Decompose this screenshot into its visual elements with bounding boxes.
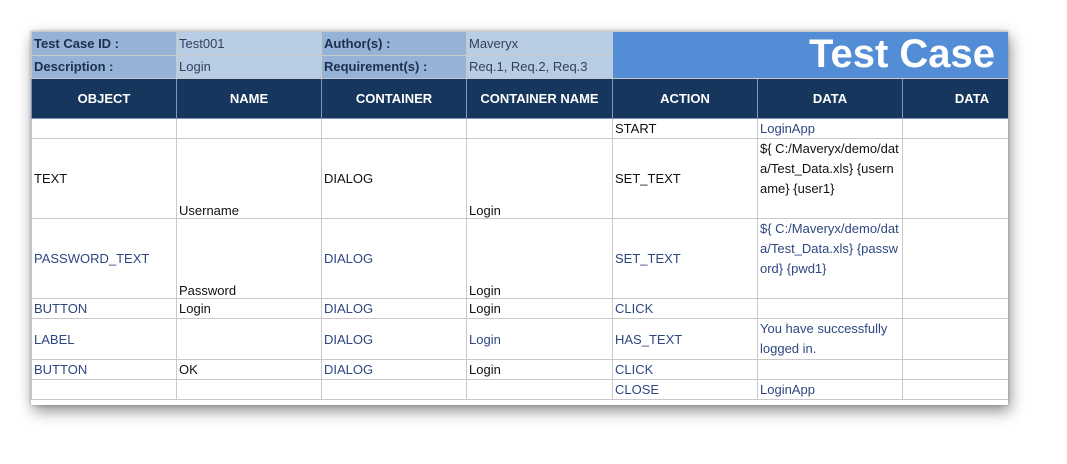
test-case-table: Test Case ID : Test001 Author(s) : Maver…: [31, 31, 1008, 400]
cell-name[interactable]: [176, 379, 322, 400]
cell-action[interactable]: CLOSE: [612, 379, 758, 400]
table-row: TEXT Username DIALOG Login SET_TEXT ${ C…: [31, 138, 1008, 219]
cell-container[interactable]: DIALOG: [321, 298, 467, 319]
header-data-2[interactable]: DATA: [901, 78, 1008, 119]
cell-container[interactable]: DIALOG: [321, 318, 467, 360]
header-action[interactable]: ACTION: [612, 78, 758, 119]
cell-data[interactable]: ${ C:/Maveryx/demo/data/Test_Data.xls} {…: [757, 218, 903, 299]
cell-name[interactable]: [176, 318, 322, 360]
requirement-label[interactable]: Requirement(s) :: [321, 54, 467, 79]
cell-data-2[interactable]: [901, 359, 1008, 380]
sheet-title[interactable]: Test Case: [611, 31, 1008, 79]
cell-object[interactable]: TEXT: [31, 138, 177, 219]
cell-name[interactable]: [176, 118, 322, 139]
cell-object[interactable]: BUTTON: [31, 298, 177, 319]
description-label[interactable]: Description :: [31, 54, 177, 79]
cell-data[interactable]: ${ C:/Maveryx/demo/data/Test_Data.xls} {…: [757, 138, 903, 219]
cell-name[interactable]: Username: [176, 138, 322, 219]
cell-action[interactable]: SET_TEXT: [612, 138, 758, 219]
author-value[interactable]: Maveryx: [466, 31, 613, 56]
column-header-row: OBJECT NAME CONTAINER CONTAINER NAME ACT…: [31, 78, 1008, 119]
cell-name[interactable]: OK: [176, 359, 322, 380]
table-row: PASSWORD_TEXT Password DIALOG Login SET_…: [31, 218, 1008, 299]
cell-data[interactable]: You have successfully logged in.: [757, 318, 903, 360]
table-row: START LoginApp: [31, 118, 1008, 139]
header-container[interactable]: CONTAINER: [321, 78, 467, 119]
table-row: BUTTON Login DIALOG Login CLICK: [31, 298, 1008, 319]
cell-container-name[interactable]: Login: [466, 359, 613, 380]
table-row: BUTTON OK DIALOG Login CLICK: [31, 359, 1008, 380]
cell-container[interactable]: DIALOG: [321, 138, 467, 219]
cell-action[interactable]: START: [612, 118, 758, 139]
header-container-name[interactable]: CONTAINER NAME: [466, 78, 613, 119]
header-name[interactable]: NAME: [176, 78, 322, 119]
cell-container[interactable]: [321, 118, 467, 139]
cell-container-name[interactable]: [466, 118, 613, 139]
cell-container-name[interactable]: Login: [466, 298, 613, 319]
cell-container[interactable]: DIALOG: [321, 218, 467, 299]
author-label[interactable]: Author(s) :: [321, 31, 467, 56]
cell-object[interactable]: PASSWORD_TEXT: [31, 218, 177, 299]
cell-object[interactable]: [31, 118, 177, 139]
header-object[interactable]: OBJECT: [31, 78, 177, 119]
table-row: CLOSE LoginApp: [31, 379, 1008, 400]
cell-data-2[interactable]: [901, 138, 1008, 219]
cell-data[interactable]: [757, 298, 903, 319]
cell-container-name[interactable]: Login: [466, 218, 613, 299]
meta-row-1: Test Case ID : Test001 Author(s) : Maver…: [31, 31, 1008, 79]
cell-data-2[interactable]: [901, 218, 1008, 299]
cell-container-name[interactable]: Login: [466, 318, 613, 360]
test-case-id-value[interactable]: Test001: [176, 31, 322, 56]
cell-data-2[interactable]: [901, 118, 1008, 139]
cell-container[interactable]: DIALOG: [321, 359, 467, 380]
cell-action[interactable]: CLICK: [612, 298, 758, 319]
cell-object[interactable]: [31, 379, 177, 400]
spreadsheet-sheet: Test Case ID : Test001 Author(s) : Maver…: [31, 31, 1008, 405]
cell-data[interactable]: LoginApp: [757, 118, 903, 139]
cell-name[interactable]: Password: [176, 218, 322, 299]
header-data[interactable]: DATA: [757, 78, 903, 119]
cell-data-2[interactable]: [901, 379, 1008, 400]
cell-object[interactable]: BUTTON: [31, 359, 177, 380]
requirement-value[interactable]: Req.1, Req.2, Req.3: [466, 54, 613, 79]
cell-name[interactable]: Login: [176, 298, 322, 319]
test-case-id-label[interactable]: Test Case ID :: [31, 31, 177, 56]
cell-action[interactable]: CLICK: [612, 359, 758, 380]
cell-data[interactable]: LoginApp: [757, 379, 903, 400]
cell-object[interactable]: LABEL: [31, 318, 177, 360]
cell-container[interactable]: [321, 379, 467, 400]
description-value[interactable]: Login: [176, 54, 322, 79]
table-row: LABEL DIALOG Login HAS_TEXT You have suc…: [31, 318, 1008, 360]
cell-container-name[interactable]: [466, 379, 613, 400]
cell-data-2[interactable]: [901, 318, 1008, 360]
cell-data-2[interactable]: [901, 298, 1008, 319]
cell-container-name[interactable]: Login: [466, 138, 613, 219]
cell-action[interactable]: SET_TEXT: [612, 218, 758, 299]
cell-data[interactable]: [757, 359, 903, 380]
cell-action[interactable]: HAS_TEXT: [612, 318, 758, 360]
